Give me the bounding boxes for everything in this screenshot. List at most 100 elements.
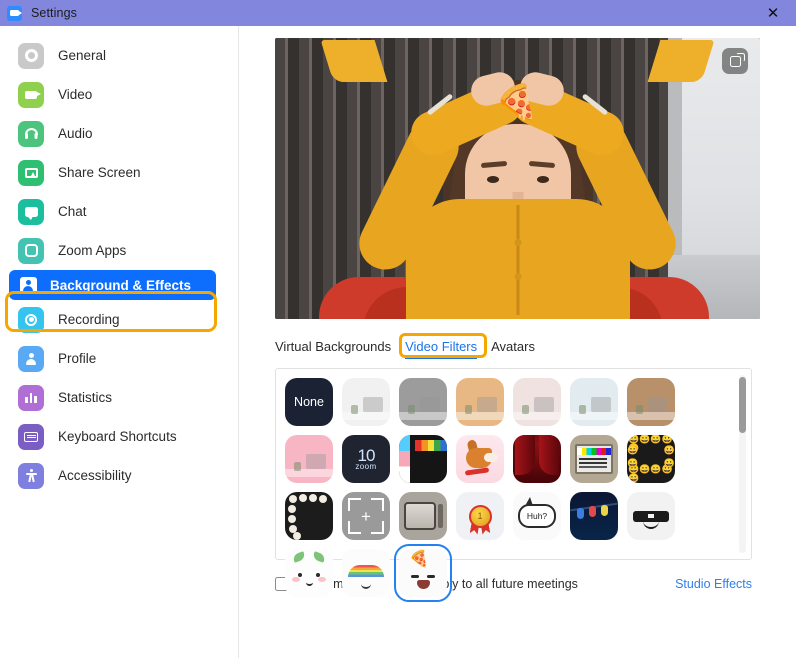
sidebar-item-keyboard-shortcuts[interactable]: Keyboard Shortcuts	[0, 417, 238, 456]
sidebar-label: Zoom Apps	[58, 243, 126, 258]
filter-pride-flag[interactable]	[399, 435, 447, 483]
close-icon[interactable]: ✕	[750, 0, 796, 26]
tab-video-filters[interactable]: Video Filters	[405, 337, 477, 356]
filter-blush[interactable]	[513, 378, 561, 426]
filter-zoom10[interactable]: 10 zoom	[342, 435, 390, 483]
keyboard-icon	[18, 424, 44, 450]
filter-first-place-ribbon[interactable]: 1	[456, 492, 504, 540]
filter-corgi[interactable]	[456, 435, 504, 483]
sidebar-item-recording[interactable]: Recording	[0, 300, 238, 339]
filter-thumb	[570, 492, 618, 540]
settings-sidebar: General Video Audio Share Screen Chat Zo	[0, 26, 239, 658]
filter-thumb: Huh?	[513, 492, 561, 540]
tab-virtual-backgrounds[interactable]: Virtual Backgrounds	[275, 337, 391, 356]
filter-grayscale[interactable]	[399, 378, 447, 426]
sidebar-label: Keyboard Shortcuts	[58, 429, 177, 444]
filter-thumb	[342, 549, 390, 597]
filter-thumb	[342, 378, 390, 426]
filter-thumb: 🍕	[399, 549, 447, 597]
sidebar-item-profile[interactable]: Profile	[0, 339, 238, 378]
filter-label: None	[294, 396, 324, 409]
share-screen-icon	[18, 160, 44, 186]
eyebrow-left	[480, 161, 506, 168]
filter-sunglasses[interactable]	[627, 492, 675, 540]
zoom-camera-icon	[7, 6, 22, 21]
filter-thumb	[456, 435, 504, 483]
filter-sepia[interactable]	[627, 378, 675, 426]
headphones-icon	[18, 121, 44, 147]
sidebar-label: Background & Effects	[50, 278, 191, 293]
filter-emoji-frame[interactable]: 😀😀😀😀😀 😀😀😀😀😀 😀 😀 😀 😀	[627, 435, 675, 483]
filter-thumb	[627, 492, 675, 540]
filter-cells: None	[285, 378, 731, 597]
filter-thumb	[285, 549, 333, 597]
filter-cool[interactable]	[570, 378, 618, 426]
filter-thumb	[456, 378, 504, 426]
window-title: Settings	[31, 6, 77, 20]
video-preview: 🍕	[275, 38, 760, 319]
pizza-slice-icon: 🍕	[409, 552, 429, 568]
filter-thumb	[570, 378, 618, 426]
zoom-apps-icon	[18, 238, 44, 264]
sidebar-item-video[interactable]: Video	[0, 75, 238, 114]
filter-huh-bubble[interactable]: Huh?	[513, 492, 561, 540]
zoom10-big: 10	[358, 448, 375, 463]
filter-thumb	[399, 378, 447, 426]
filter-thumb	[627, 378, 675, 426]
gear-icon	[18, 43, 44, 69]
sidebar-item-general[interactable]: General	[0, 36, 238, 75]
eye-left	[487, 176, 499, 183]
chat-icon	[18, 199, 44, 225]
sidebar-item-share-screen[interactable]: Share Screen	[0, 153, 238, 192]
statistics-icon	[18, 385, 44, 411]
sidebar-label: Video	[58, 87, 92, 102]
filter-rainbow[interactable]	[342, 549, 390, 597]
sidebar-label: Recording	[58, 312, 120, 327]
filter-grid-scrollbar[interactable]	[739, 375, 746, 553]
filter-pearls-frame[interactable]	[285, 492, 333, 540]
camera-flip-icon[interactable]	[722, 48, 748, 74]
title-bar: Settings ✕	[0, 0, 796, 26]
camera-icon	[18, 82, 44, 108]
sidebar-label: Audio	[58, 126, 93, 141]
sidebar-item-zoom-apps[interactable]: Zoom Apps	[0, 231, 238, 270]
filter-pizza-face[interactable]: 🍕	[399, 549, 447, 597]
sidebar-label: Chat	[58, 204, 87, 219]
filter-red-curtains[interactable]	[513, 435, 561, 483]
filter-tv-test-pattern[interactable]	[570, 435, 618, 483]
filter-none[interactable]: None	[285, 378, 333, 426]
filter-tabs: Virtual Backgrounds Video Filters Avatar…	[275, 337, 766, 356]
sidebar-label: Profile	[58, 351, 96, 366]
sidebar-item-accessibility[interactable]: Accessibility	[0, 456, 238, 495]
filter-sprout-face[interactable]	[285, 549, 333, 597]
record-icon	[18, 307, 44, 333]
shirt	[406, 199, 630, 319]
background-effects-icon	[18, 275, 38, 295]
filter-warm[interactable]	[456, 378, 504, 426]
filter-thumb: 1	[456, 492, 504, 540]
scrollbar-thumb[interactable]	[739, 377, 746, 433]
sidebar-item-background-effects[interactable]: Background & Effects	[9, 270, 216, 300]
sidebar-item-chat[interactable]: Chat	[0, 192, 238, 231]
filter-thumb	[285, 492, 333, 540]
filter-pink[interactable]	[285, 435, 333, 483]
filter-string-lights[interactable]	[570, 492, 618, 540]
sidebar-item-statistics[interactable]: Statistics	[0, 378, 238, 417]
filter-thumb: None	[285, 378, 333, 426]
plus-icon: +	[361, 508, 371, 525]
filter-thumb	[285, 435, 333, 483]
filter-thumb	[513, 378, 561, 426]
eyebrow-right	[528, 161, 554, 168]
filter-thumb	[570, 435, 618, 483]
filter-retro-tv[interactable]	[399, 492, 447, 540]
pizza-slice-overlay: 🍕	[494, 85, 539, 122]
filter-add-custom[interactable]: +	[342, 492, 390, 540]
huh-label: Huh?	[518, 504, 556, 528]
sidebar-item-audio[interactable]: Audio	[0, 114, 238, 153]
profile-icon	[18, 346, 44, 372]
tab-avatars[interactable]: Avatars	[491, 337, 535, 356]
filter-bright[interactable]	[342, 378, 390, 426]
ribbon-label: 1	[469, 505, 492, 528]
settings-window: Settings ✕ General Video Audio Share Scr…	[0, 0, 796, 658]
filter-thumb: 😀😀😀😀😀 😀😀😀😀😀 😀 😀 😀 😀	[627, 435, 675, 483]
